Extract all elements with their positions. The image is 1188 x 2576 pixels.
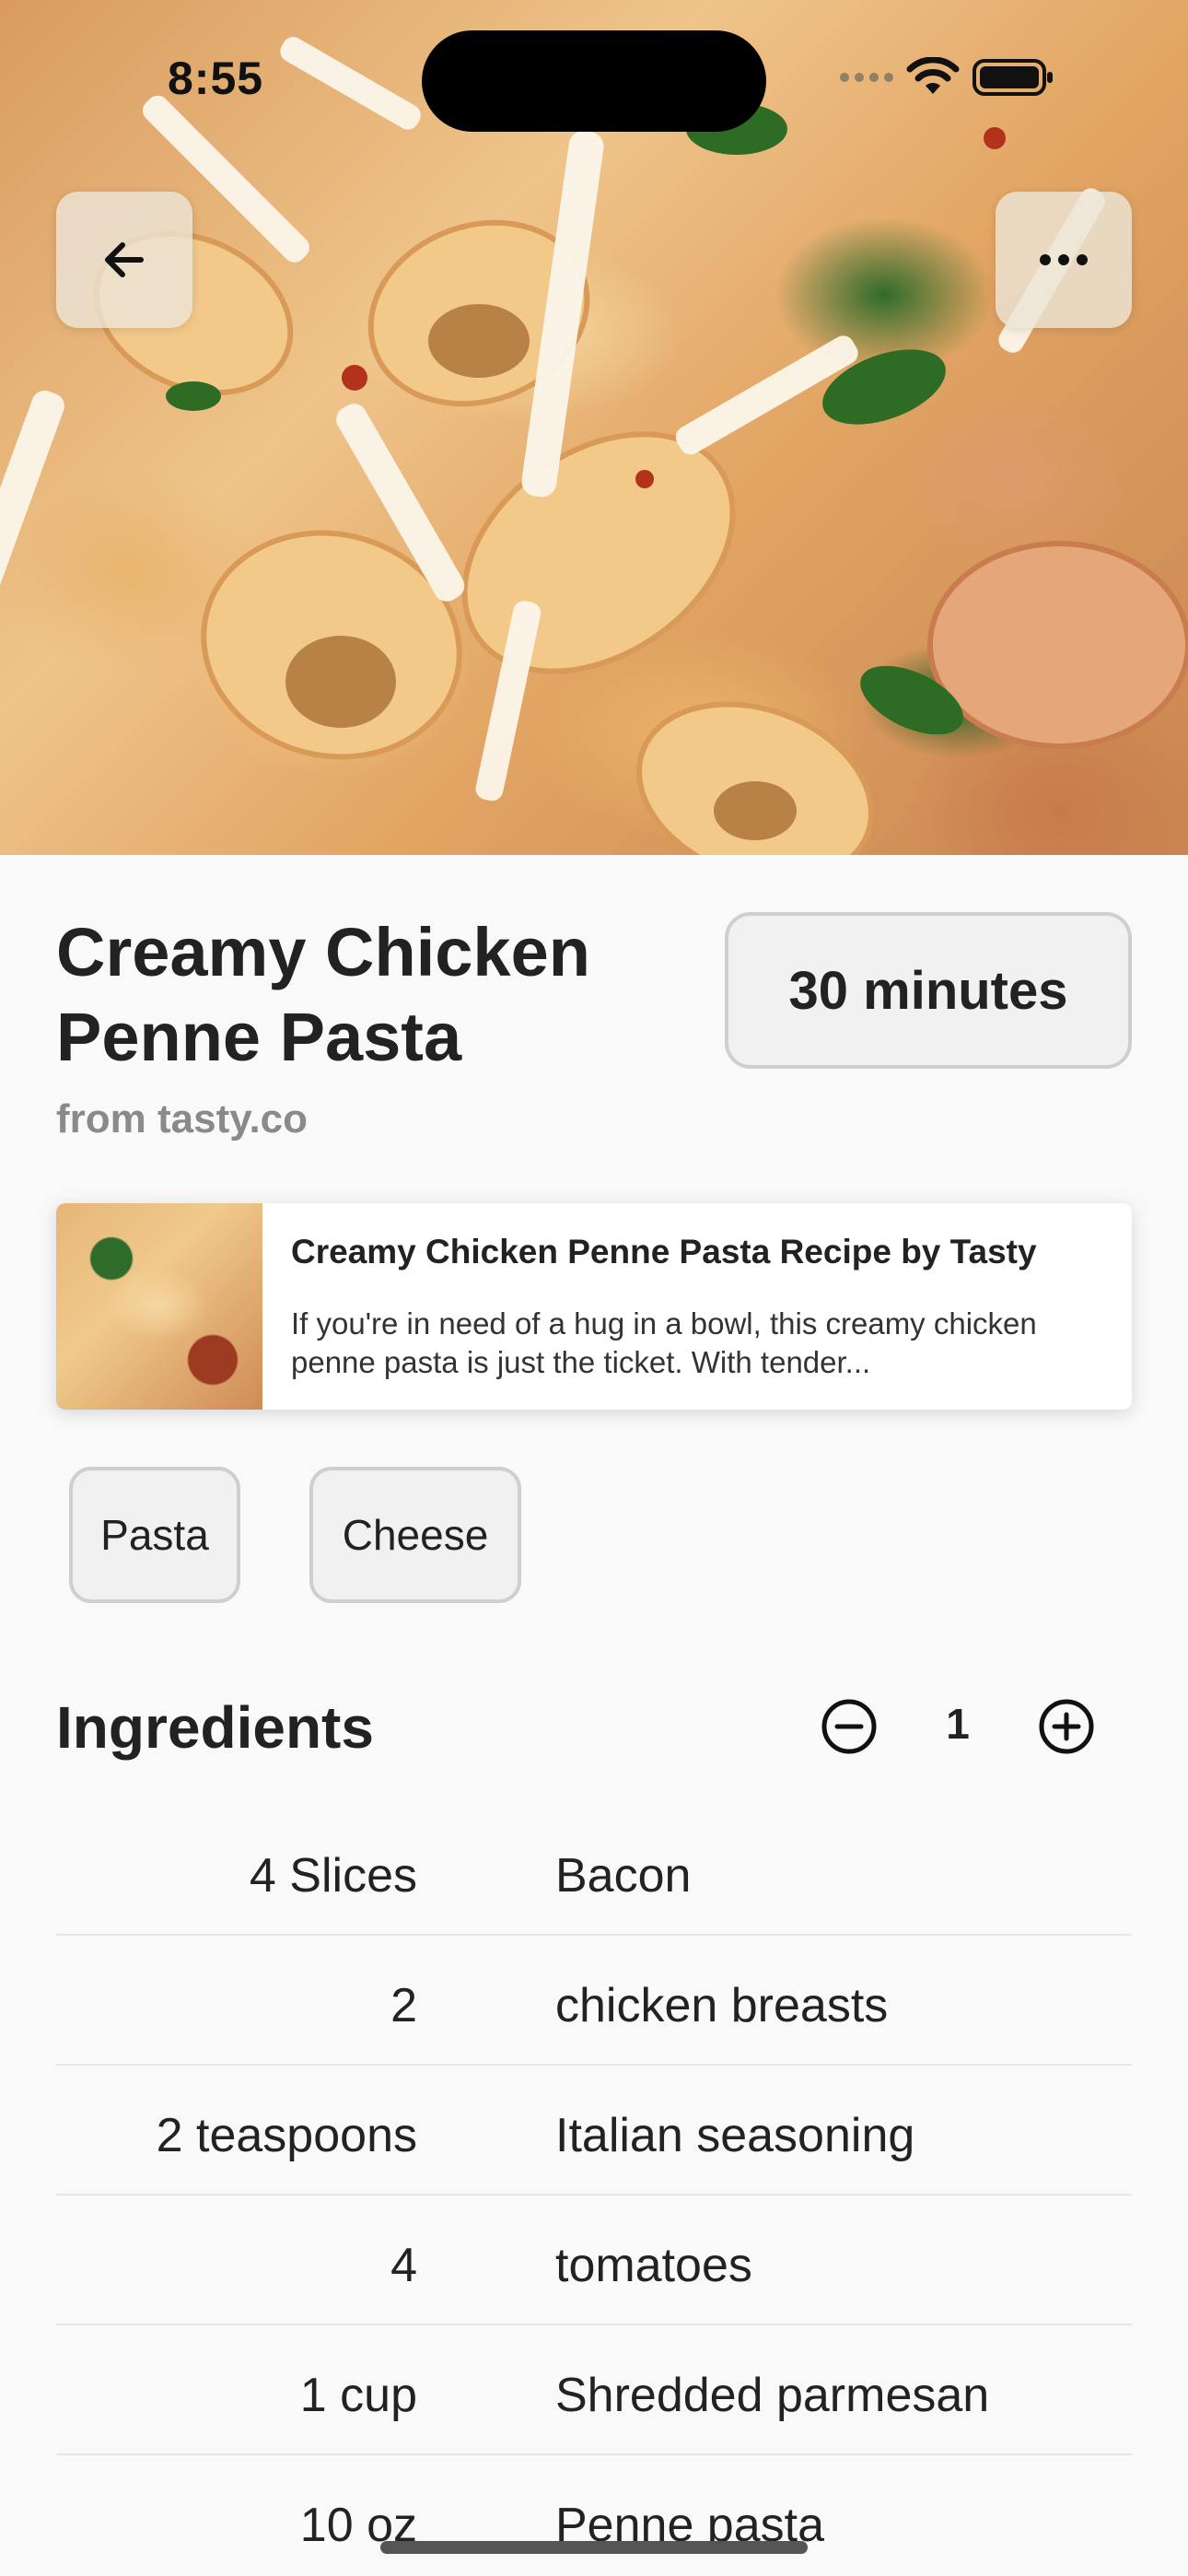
ingredient-quantity: 4 Slices bbox=[249, 1849, 417, 1903]
ingredient-name: chicken breasts bbox=[555, 1979, 889, 2032]
ingredient-quantity: 1 cup bbox=[299, 2369, 417, 2422]
ingredient-name: Italian seasoning bbox=[555, 2109, 915, 2162]
ingredient-quantity: 4 bbox=[390, 2239, 417, 2292]
minus-circle-icon bbox=[821, 1699, 877, 1754]
recipe-title: Creamy Chicken Penne Pasta bbox=[56, 914, 590, 1075]
ingredient-row: 4 tomatoes bbox=[56, 2195, 1132, 2325]
ingredient-name: Shredded parmesan bbox=[555, 2369, 990, 2422]
status-icons bbox=[840, 57, 1054, 98]
more-options-button[interactable] bbox=[996, 192, 1132, 328]
ingredient-quantity: 2 teaspoons bbox=[156, 2109, 417, 2162]
arrow-left-icon bbox=[105, 242, 144, 277]
status-time: 8:55 bbox=[168, 53, 264, 104]
duration-badge[interactable]: 30 minutes bbox=[725, 912, 1132, 1069]
ingredients-heading: Ingredients bbox=[56, 1694, 374, 1761]
link-description: If you're in need of a hug in a bowl, th… bbox=[291, 1306, 1037, 1379]
servings-count: 1 bbox=[946, 1700, 970, 1748]
tag-cheese[interactable]: Cheese bbox=[309, 1467, 521, 1603]
wifi-icon bbox=[906, 57, 960, 94]
servings-stepper: 1 bbox=[820, 1697, 1096, 1756]
ingredient-row: 1 cup Shredded parmesan bbox=[56, 2325, 1132, 2455]
ingredient-row: 10 oz Penne pasta bbox=[56, 2455, 1132, 2576]
plus-circle-icon bbox=[1039, 1699, 1094, 1754]
source-link-card[interactable]: Creamy Chicken Penne Pasta Recipe by Tas… bbox=[56, 1203, 1132, 1410]
recipe-source: from tasty.co bbox=[56, 1096, 309, 1142]
ingredient-name: Bacon bbox=[555, 1849, 692, 1903]
ingredient-row: 2 chicken breasts bbox=[56, 1936, 1132, 2066]
link-title: Creamy Chicken Penne Pasta Recipe by Tas… bbox=[291, 1233, 1037, 1270]
ingredient-name: tomatoes bbox=[555, 2239, 752, 2292]
ingredient-row: 4 Slices Bacon bbox=[56, 1806, 1132, 1936]
back-button[interactable] bbox=[56, 192, 192, 328]
dynamic-island bbox=[422, 30, 766, 132]
tag-pasta[interactable]: Pasta bbox=[69, 1467, 240, 1603]
ingredient-quantity: 10 oz bbox=[299, 2499, 417, 2552]
ingredient-row: 2 teaspoons Italian seasoning bbox=[56, 2066, 1132, 2195]
increase-servings-button[interactable] bbox=[1037, 1697, 1096, 1756]
ingredients-list: 4 Slices Bacon 2 chicken breasts 2 teasp… bbox=[56, 1806, 1132, 2576]
battery-icon bbox=[973, 59, 1053, 96]
cellular-signal-icon bbox=[840, 73, 893, 82]
link-thumbnail bbox=[56, 1203, 262, 1410]
home-indicator[interactable] bbox=[380, 2541, 808, 2554]
decrease-servings-button[interactable] bbox=[820, 1697, 879, 1756]
ellipsis-icon bbox=[1040, 254, 1088, 265]
ingredient-quantity: 2 bbox=[390, 1979, 417, 2032]
